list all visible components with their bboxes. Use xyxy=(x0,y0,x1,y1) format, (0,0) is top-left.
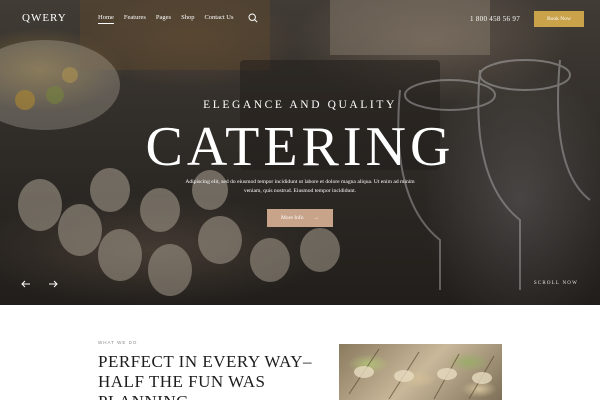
hero-title: CATERING xyxy=(145,116,455,178)
food-skewers-illustration xyxy=(348,348,495,400)
feature-food-image xyxy=(339,344,502,400)
hero-tagline: ELEGANCE AND QUALITY xyxy=(203,99,397,111)
hero-description: Adipiscing elit, sed do eiusmod tempor i… xyxy=(185,179,415,194)
arrow-left-icon[interactable] xyxy=(21,280,31,288)
arrow-right-small-icon: → xyxy=(313,215,319,221)
arrow-right-icon[interactable] xyxy=(48,280,58,288)
hero-content: ELEGANCE AND QUALITY CATERING Adipiscing… xyxy=(0,0,600,305)
more-info-button[interactable]: More Info → xyxy=(267,209,333,227)
section-title: PERFECT IN EVERY WAY–HALF THE FUN WAS PL… xyxy=(98,352,313,400)
scroll-now-link[interactable]: SCROLL NOW xyxy=(534,281,578,286)
hero-section: QWERY Home Features Pages Shop Contact U… xyxy=(0,0,600,305)
section-label: WHAT WE DO xyxy=(98,340,138,345)
more-info-label: More Info xyxy=(281,215,304,221)
